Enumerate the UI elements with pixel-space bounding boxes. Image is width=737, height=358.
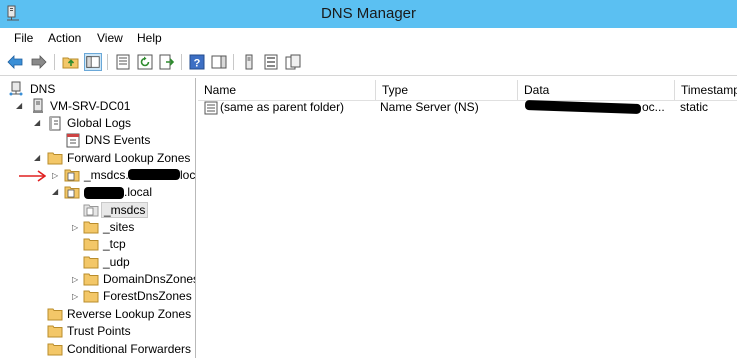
tree-node-dns-events[interactable]: DNS Events bbox=[0, 132, 195, 149]
tree-label-forest-dns-zones: ForestDnsZones bbox=[103, 289, 192, 303]
tree-label-sites: _sites bbox=[103, 220, 135, 234]
tree-node-udp[interactable]: _udp bbox=[0, 254, 195, 271]
title-bar: DNS Manager bbox=[0, 0, 737, 28]
tree-label-domain-zone: .local bbox=[124, 185, 153, 199]
tree-node-global-logs[interactable]: ◢ Global Logs bbox=[0, 115, 195, 132]
cell-name: (same as parent folder) bbox=[220, 100, 345, 114]
tree-node-server[interactable]: ◢ VM-SRV-DC01 bbox=[0, 98, 195, 115]
console-tree: DNS ◢ VM-SRV-DC01 ◢ Global Logs DNS Even… bbox=[0, 78, 196, 358]
zone-copy-icon[interactable] bbox=[284, 53, 302, 71]
tree-node-domain-zone[interactable]: ◢ .local bbox=[0, 184, 195, 201]
tree-label-tcp: _tcp bbox=[103, 237, 126, 251]
tree-label-trust-points: Trust Points bbox=[67, 324, 131, 338]
help-icon[interactable]: ? bbox=[188, 53, 206, 71]
dns-icon bbox=[9, 81, 23, 96]
toolbar: ? bbox=[0, 48, 737, 76]
properties-icon[interactable] bbox=[114, 53, 132, 71]
tree-label-conditional-forwarders: Conditional Forwarders bbox=[67, 342, 192, 356]
expand-arrow-icon[interactable]: ▷ bbox=[72, 223, 81, 232]
tree-node-trust-points[interactable]: Trust Points bbox=[0, 323, 195, 340]
back-arrow-icon[interactable] bbox=[6, 53, 24, 71]
menu-help[interactable]: Help bbox=[137, 31, 162, 45]
redaction-mark bbox=[524, 99, 642, 115]
tree-label-msdcs-zone-suffix: loc bbox=[180, 168, 196, 182]
tree-label-global-logs: Global Logs bbox=[67, 116, 132, 130]
collapse-arrow-icon[interactable]: ◢ bbox=[16, 101, 25, 110]
server-icon[interactable] bbox=[240, 53, 258, 71]
record-list-icon[interactable] bbox=[262, 53, 280, 71]
tree-node-tcp[interactable]: _tcp bbox=[0, 236, 195, 253]
window-title: DNS Manager bbox=[320, 5, 417, 22]
server-icon bbox=[33, 98, 43, 113]
cell-timestamp: static bbox=[680, 100, 709, 114]
collapse-arrow-icon[interactable]: ◢ bbox=[34, 118, 43, 127]
cell-type: Name Server (NS) bbox=[380, 100, 479, 114]
tree-label-forward-lookup-zones: Forward Lookup Zones bbox=[67, 151, 191, 165]
folder-icon bbox=[83, 290, 99, 303]
menu-view[interactable]: View bbox=[97, 31, 123, 45]
details-pane: Name Type Data Timestamp (same as parent… bbox=[198, 78, 737, 358]
toolbar-separator bbox=[54, 54, 55, 70]
log-book-icon bbox=[49, 116, 61, 131]
zone-folder-icon bbox=[64, 186, 80, 199]
expand-arrow-icon[interactable]: ▷ bbox=[72, 292, 81, 301]
tree-node-conditional-forwarders[interactable]: Conditional Forwarders bbox=[0, 341, 195, 358]
cell-data: oc... bbox=[642, 100, 665, 114]
annotation-arrow-icon bbox=[19, 170, 46, 182]
tree-node-dns[interactable]: DNS bbox=[0, 81, 195, 98]
tree-label-domain-dns-zones: DomainDnsZones bbox=[103, 272, 196, 286]
menu-action[interactable]: Action bbox=[48, 31, 81, 45]
zone-folder-icon bbox=[64, 169, 80, 182]
show-hide-console-tree-icon[interactable] bbox=[84, 53, 102, 71]
tree-node-msdcs-zone[interactable]: ▷ _msdcs. loc bbox=[0, 167, 196, 184]
tree-node-reverse-lookup-zones[interactable]: Reverse Lookup Zones bbox=[0, 306, 195, 323]
toolbar-separator bbox=[233, 54, 234, 70]
tree-node-forward-lookup-zones[interactable]: ◢ Forward Lookup Zones bbox=[0, 150, 195, 167]
forward-arrow-icon[interactable] bbox=[30, 53, 48, 71]
folder-icon bbox=[83, 238, 99, 251]
redaction-mark bbox=[128, 169, 180, 180]
tree-label-msdcs: _msdcs bbox=[101, 202, 149, 218]
show-action-pane-icon[interactable] bbox=[210, 53, 228, 71]
folder-icon bbox=[47, 152, 63, 165]
up-folder-icon[interactable] bbox=[62, 53, 80, 71]
svg-text:?: ? bbox=[194, 58, 201, 70]
collapse-arrow-icon[interactable]: ◢ bbox=[34, 153, 43, 162]
expand-arrow-icon[interactable]: ▷ bbox=[52, 171, 61, 180]
folder-icon bbox=[83, 256, 99, 269]
record-icon bbox=[204, 101, 218, 115]
tree-node-domain-dns-zones[interactable]: ▷ DomainDnsZones bbox=[0, 271, 196, 288]
tree-label-server: VM-SRV-DC01 bbox=[50, 99, 131, 113]
tree-label-msdcs-zone: _msdcs. bbox=[84, 168, 129, 182]
folder-icon bbox=[47, 325, 63, 338]
tree-node-forest-dns-zones[interactable]: ▷ ForestDnsZones bbox=[0, 288, 195, 305]
collapse-arrow-icon[interactable]: ◢ bbox=[52, 187, 61, 196]
folder-icon bbox=[47, 343, 63, 356]
tree-label-dns: DNS bbox=[30, 82, 56, 96]
export-list-icon[interactable] bbox=[158, 53, 176, 71]
toolbar-separator bbox=[181, 54, 182, 70]
folder-icon bbox=[83, 221, 99, 234]
menu-bar: File Action View Help bbox=[0, 28, 737, 48]
folder-icon bbox=[47, 308, 63, 321]
tree-label-reverse-lookup-zones: Reverse Lookup Zones bbox=[67, 307, 192, 321]
tree-node-sites[interactable]: ▷ _sites bbox=[0, 219, 195, 236]
expand-arrow-icon[interactable]: ▷ bbox=[72, 275, 81, 284]
table-row[interactable]: (same as parent folder) Name Server (NS)… bbox=[198, 78, 737, 118]
refresh-icon[interactable] bbox=[136, 53, 154, 71]
folder-icon bbox=[83, 204, 99, 217]
toolbar-separator bbox=[107, 54, 108, 70]
redaction-mark bbox=[84, 187, 124, 199]
tree-node-msdcs[interactable]: _msdcs bbox=[0, 202, 195, 219]
tree-label-dns-events: DNS Events bbox=[85, 133, 151, 147]
event-log-icon bbox=[66, 133, 80, 148]
tree-label-udp: _udp bbox=[103, 255, 130, 269]
folder-icon bbox=[83, 273, 99, 286]
menu-file[interactable]: File bbox=[14, 31, 33, 45]
